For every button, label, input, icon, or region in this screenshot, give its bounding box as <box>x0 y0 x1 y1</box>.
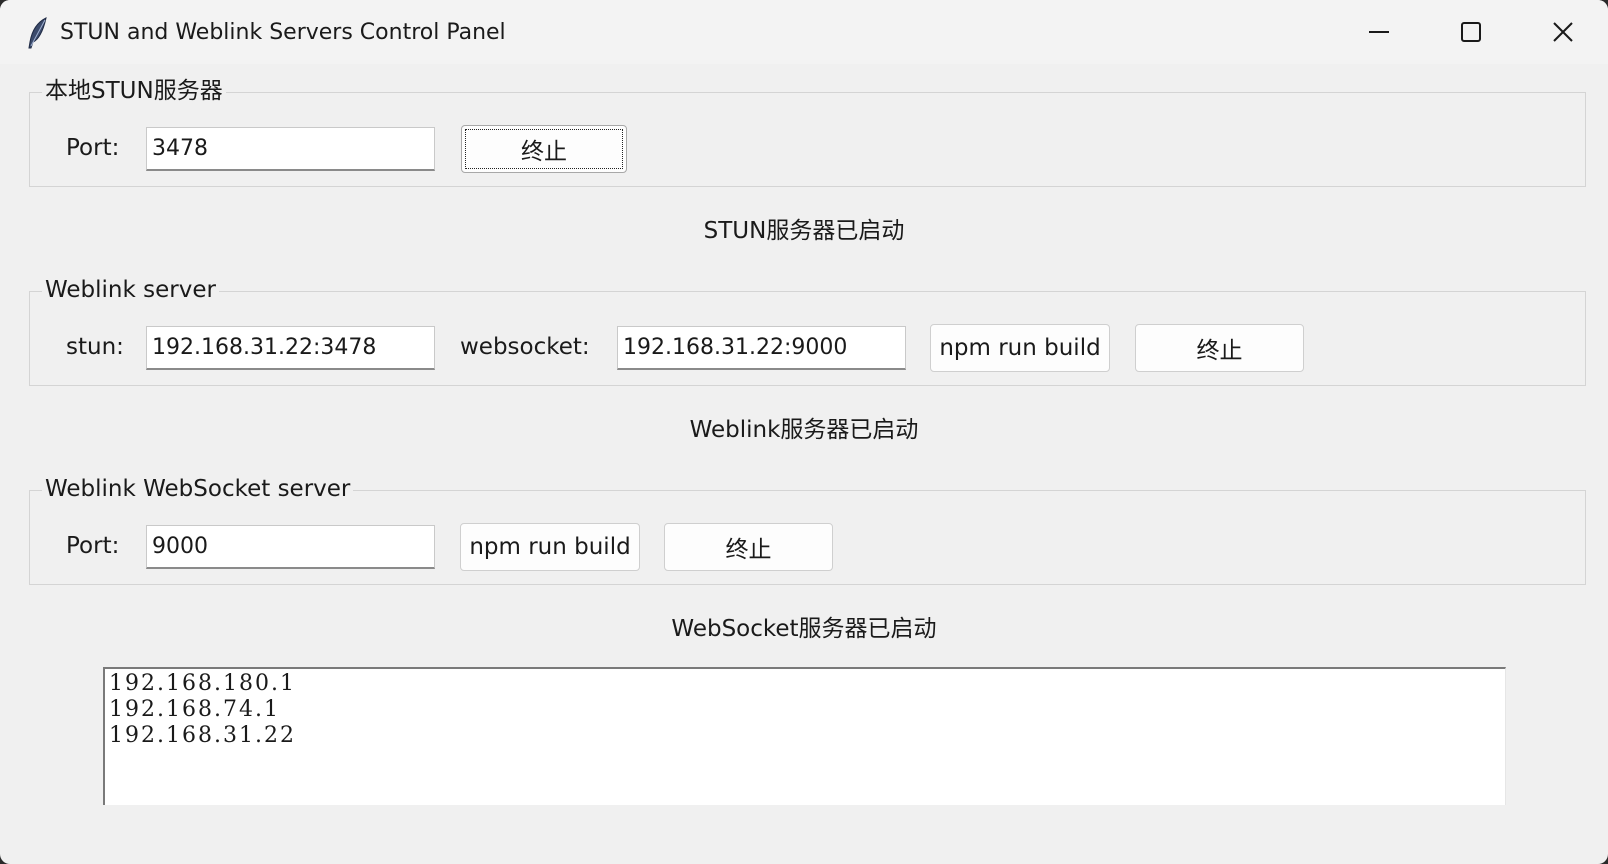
ip-address-line: 192.168.74.1 <box>109 697 280 722</box>
stun-group-label: 本地STUN服务器 <box>42 76 226 106</box>
title-bar[interactable]: STUN and Weblink Servers Control Panel <box>0 0 1608 64</box>
weblink-stun-label: stun: <box>66 334 124 360</box>
stun-status-text: STUN服务器已启动 <box>703 218 905 244</box>
app-window: STUN and Weblink Servers Control Panel 本… <box>0 0 1608 864</box>
weblink-build-button[interactable]: npm run build <box>930 324 1110 372</box>
websocket-port-input[interactable] <box>146 525 435 569</box>
stun-server-group: 本地STUN服务器 Port: 终止 <box>29 76 1586 187</box>
stun-port-label: Port: <box>66 135 120 161</box>
feather-icon <box>28 17 47 49</box>
weblink-websocket-input[interactable] <box>617 326 906 370</box>
websocket-build-button[interactable]: npm run build <box>460 523 640 571</box>
websocket-group-label: Weblink WebSocket server <box>42 474 354 504</box>
minimize-button[interactable] <box>1334 0 1424 64</box>
stun-port-input[interactable] <box>146 127 435 171</box>
websocket-port-label: Port: <box>66 533 120 559</box>
weblink-stop-button[interactable]: 终止 <box>1135 324 1304 372</box>
ip-address-textbox[interactable]: 192.168.180.1 192.168.74.1 192.168.31.22 <box>103 667 1506 805</box>
close-icon <box>1553 22 1573 42</box>
window-title: STUN and Weblink Servers Control Panel <box>60 20 506 45</box>
stun-stop-button[interactable]: 终止 <box>461 125 627 173</box>
websocket-server-group: Weblink WebSocket server Port: npm run b… <box>29 474 1586 585</box>
weblink-websocket-label: websocket: <box>460 334 590 360</box>
ip-address-line: 192.168.31.22 <box>109 723 296 748</box>
minimize-icon <box>1369 31 1389 33</box>
ip-address-line: 192.168.180.1 <box>109 671 296 696</box>
close-button[interactable] <box>1518 0 1608 64</box>
weblink-group-label: Weblink server <box>42 275 219 305</box>
maximize-icon <box>1461 22 1481 42</box>
stun-stop-label: 终止 <box>521 139 567 165</box>
maximize-button[interactable] <box>1426 0 1516 64</box>
weblink-server-group: Weblink server stun: websocket: npm run … <box>29 275 1586 386</box>
websocket-stop-button[interactable]: 终止 <box>664 523 833 571</box>
weblink-stun-input[interactable] <box>146 326 435 370</box>
websocket-status-text: WebSocket服务器已启动 <box>671 616 937 642</box>
weblink-status-text: Weblink服务器已启动 <box>689 417 919 443</box>
